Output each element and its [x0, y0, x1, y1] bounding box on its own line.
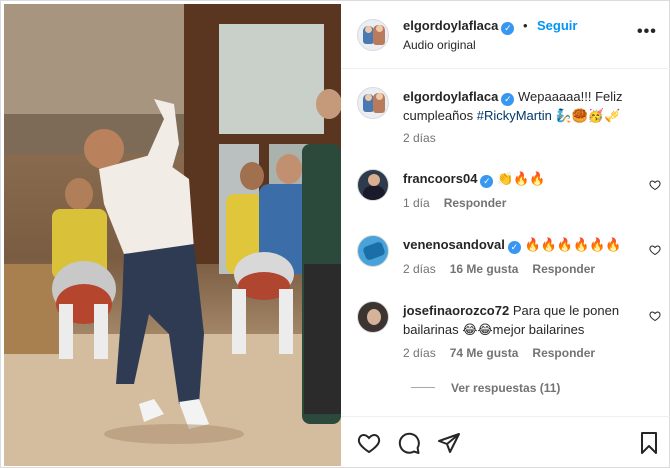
heart-icon[interactable]	[357, 431, 381, 455]
post-video[interactable]	[4, 4, 341, 466]
heart-icon[interactable]	[649, 310, 661, 322]
caption-avatar[interactable]	[357, 87, 389, 119]
comment-time[interactable]: 2 días	[403, 346, 436, 360]
view-replies-label: Ver respuestas (11)	[451, 381, 561, 395]
verified-icon: ✓	[501, 93, 515, 106]
comment-author[interactable]: venenosandoval ✓	[403, 237, 521, 254]
comment: francoors04 ✓ 👏🔥🔥	[403, 169, 546, 188]
comment: venenosandoval ✓ 🔥🔥🔥🔥🔥🔥	[403, 235, 622, 254]
comment-author[interactable]: francoors04 ✓	[403, 171, 494, 188]
video-frame	[4, 4, 341, 466]
comment-avatar[interactable]	[357, 301, 389, 333]
comment-avatar[interactable]	[357, 235, 389, 267]
author-username[interactable]: elgordoylaflaca ✓	[403, 18, 515, 35]
likes-count[interactable]: 74 Me gusta	[450, 346, 519, 360]
follow-button[interactable]: Seguir	[537, 18, 577, 33]
post-details-panel: elgordoylaflaca ✓ • Seguir Audio original…	[341, 1, 670, 468]
comment-text-1: Para que le ponen	[512, 303, 620, 318]
comment-text: 🔥🔥🔥🔥🔥🔥	[524, 237, 622, 252]
heart-icon[interactable]	[649, 244, 661, 256]
reply-button[interactable]: Responder	[532, 262, 595, 276]
post-modal: elgordoylaflaca ✓ • Seguir Audio original…	[0, 0, 670, 468]
comment-icon[interactable]	[397, 431, 421, 455]
author-avatar[interactable]	[357, 19, 389, 51]
comment-meta: 2 días 74 Me gusta Responder	[403, 346, 595, 360]
separator-dot: •	[523, 18, 528, 33]
share-icon[interactable]	[437, 431, 461, 455]
caption: elgordoylaflaca ✓ Wepaaaaa!!! Feliz cumpl…	[403, 87, 653, 125]
audio-label[interactable]: Audio original	[403, 38, 476, 52]
caption-time[interactable]: 2 días	[403, 131, 436, 145]
caption-author[interactable]: elgordoylaflaca ✓	[403, 89, 515, 106]
hashtag-link[interactable]: #RickyMartin	[477, 108, 552, 123]
heart-icon[interactable]	[649, 179, 661, 191]
caption-text-2: cumpleaños	[403, 108, 477, 123]
comment-meta: 1 día Responder	[403, 196, 506, 210]
post-header: elgordoylaflaca ✓ • Seguir Audio original…	[341, 1, 670, 69]
caption-emojis: 🧞🥮🥳🎺	[555, 108, 621, 123]
view-replies-button[interactable]: Ver respuestas (11)	[411, 381, 560, 395]
more-options-icon[interactable]: •••	[637, 23, 657, 41]
bookmark-icon[interactable]	[637, 431, 661, 455]
comment-text: 👏🔥🔥	[497, 171, 546, 186]
action-bar	[341, 416, 670, 468]
likes-count[interactable]: 16 Me gusta	[450, 262, 519, 276]
caption-text-1: Wepaaaaa!!! Feliz	[518, 89, 623, 104]
verified-icon: ✓	[501, 22, 515, 35]
comment-meta: 2 días 16 Me gusta Responder	[403, 262, 595, 276]
comment: josefinaorozco72 Para que le ponen baila…	[403, 301, 643, 339]
verified-icon: ✓	[507, 241, 521, 254]
comment-time[interactable]: 2 días	[403, 262, 436, 276]
verified-icon: ✓	[480, 175, 494, 188]
comment-avatar[interactable]	[357, 169, 389, 201]
reply-button[interactable]: Responder	[532, 346, 595, 360]
comment-author[interactable]: josefinaorozco72	[403, 303, 509, 318]
comment-text-2: bailarinas 😂😂mejor bailarines	[403, 322, 585, 337]
replies-divider	[411, 387, 435, 388]
reply-button[interactable]: Responder	[444, 196, 507, 210]
comment-time[interactable]: 1 día	[403, 196, 430, 210]
